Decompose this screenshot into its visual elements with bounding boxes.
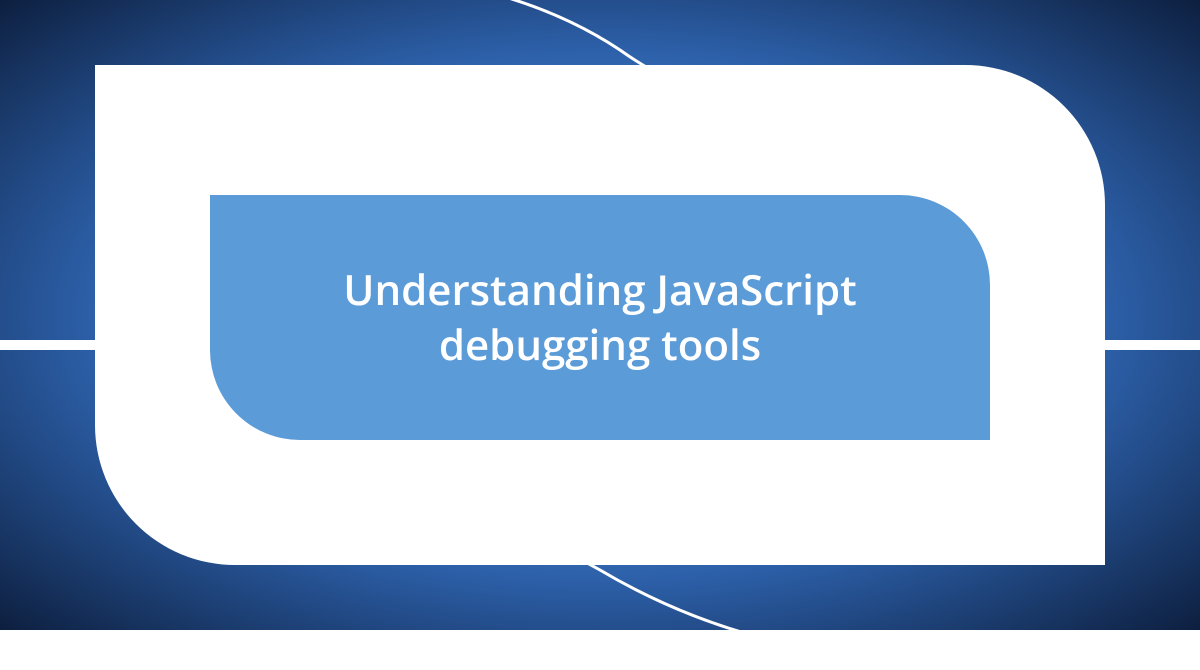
inner-rounded-shape: Understanding JavaScript debugging tools <box>210 195 990 440</box>
page-title: Understanding JavaScript debugging tools <box>240 263 960 372</box>
